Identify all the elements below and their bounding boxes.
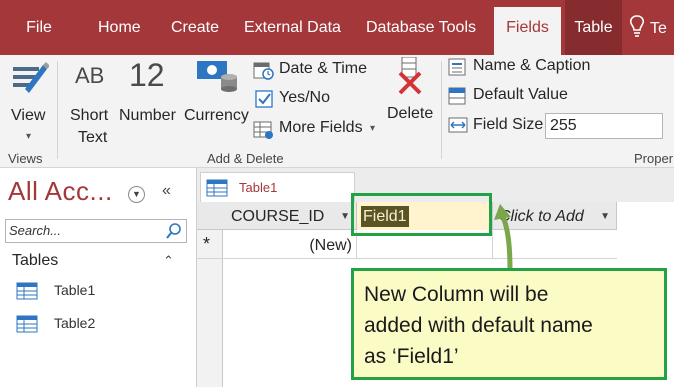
tell-me-label[interactable]: Te [650, 0, 667, 55]
name-caption-button[interactable]: Name & Caption [448, 56, 608, 80]
add-delete-group-label: Add & Delete [207, 151, 284, 166]
number-button[interactable]: 12 Number [119, 57, 183, 129]
tab-file[interactable]: File [0, 0, 78, 55]
calendar-clock-icon [253, 62, 274, 80]
default-value-button[interactable]: Default Value [448, 85, 608, 109]
tab-database-tools[interactable]: Database Tools [366, 0, 476, 55]
name-caption-icon [448, 58, 466, 76]
short-text-icon: AB [75, 63, 105, 88]
default-value-icon [448, 87, 466, 105]
callout-text-line2: added with default name [364, 314, 593, 337]
ribbon-tab-bar: File Home Create External Data Database … [0, 0, 674, 55]
yes-no-button[interactable]: Yes/No [253, 89, 343, 113]
group-separator [441, 61, 442, 159]
search-icon[interactable] [165, 222, 183, 240]
tab-home[interactable]: Home [98, 0, 141, 55]
field-size-value: 255 [550, 117, 577, 134]
properties-group-label: Proper [634, 151, 674, 166]
callout-text-line1: New Column will be [364, 283, 549, 306]
checkbox-icon [255, 90, 273, 108]
field-size-control: Field Size 255 [448, 113, 670, 139]
annotation-highlight-box [351, 193, 492, 236]
field-size-label: Field Size [473, 116, 544, 133]
short-text-button[interactable]: AB Short Text [66, 59, 116, 147]
tab-table[interactable]: Table [565, 0, 622, 55]
table-icon [16, 315, 38, 333]
currency-button[interactable]: Currency [184, 59, 250, 129]
nav-search-input[interactable]: Search... [5, 219, 187, 243]
date-time-button[interactable]: Date & Time [253, 60, 375, 84]
new-record-marker: * [203, 234, 211, 254]
short-text-label-line1: Short [70, 107, 109, 124]
view-button[interactable]: View ▾ [3, 59, 55, 147]
chevron-up-icon[interactable]: ⌃ [163, 253, 174, 269]
tab-fields[interactable]: Fields [494, 7, 561, 55]
column-header-label: COURSE_ID [231, 208, 325, 225]
tab-create[interactable]: Create [171, 0, 219, 55]
column-header-course-id[interactable]: COURSE_ID ▼ [223, 202, 357, 230]
views-group-label: Views [8, 151, 43, 166]
view-icon [13, 62, 49, 93]
document-tab-label: Table1 [239, 180, 278, 195]
chevron-down-icon[interactable]: ▼ [128, 186, 145, 203]
number-icon: 12 [129, 57, 165, 93]
annotation-arrow [494, 204, 513, 271]
currency-label: Currency [184, 107, 249, 124]
annotation-callout: New Column will be added with default na… [351, 268, 667, 380]
default-value-label: Default Value [473, 86, 568, 103]
nav-search-placeholder: Search... [9, 223, 62, 238]
group-separator [57, 61, 58, 159]
field-size-icon [448, 117, 468, 133]
more-fields-button[interactable]: More Fields ▾ [253, 119, 381, 143]
name-caption-label: Name & Caption [473, 57, 591, 74]
currency-icon [197, 61, 237, 92]
delete-button[interactable]: Delete [384, 57, 436, 127]
tab-external-data[interactable]: External Data [244, 0, 341, 55]
navigation-pane: All Acc... ▼ « Search... Tables ⌃ Table1… [0, 168, 197, 387]
table-cell[interactable]: (New) [223, 231, 357, 259]
chevron-down-icon: ▾ [370, 123, 376, 134]
collapse-pane-icon[interactable]: « [162, 182, 171, 200]
chevron-down-icon: ▾ [26, 131, 32, 142]
chevron-down-icon[interactable]: ▼ [600, 202, 610, 232]
document-tab-table1[interactable]: Table1 [200, 172, 355, 202]
more-fields-label: More Fields [279, 119, 363, 136]
nav-pane-title[interactable]: All Acc... [8, 176, 113, 207]
yes-no-label: Yes/No [279, 89, 330, 106]
nav-item-table1[interactable]: Table1 [16, 280, 176, 302]
nav-item-label: Table1 [54, 282, 96, 298]
table-icon [16, 282, 38, 300]
callout-text-line3: as ‘Field1’ [364, 345, 459, 368]
nav-group-tables[interactable]: Tables [12, 252, 58, 270]
nav-item-label: Table2 [54, 315, 96, 331]
chevron-down-icon[interactable]: ▼ [340, 202, 350, 232]
delete-label: Delete [387, 105, 434, 122]
lightbulb-icon[interactable] [630, 15, 644, 39]
more-fields-icon [253, 121, 273, 139]
date-time-label: Date & Time [279, 60, 368, 77]
number-label: Number [119, 107, 176, 124]
nav-item-table2[interactable]: Table2 [16, 313, 176, 335]
view-label: View [11, 107, 46, 124]
table-icon [206, 179, 228, 197]
field-size-input[interactable]: 255 [545, 113, 663, 139]
short-text-label-line2: Text [78, 129, 108, 146]
ribbon: View ▾ Views AB Short Text 12 Number Cur… [0, 55, 674, 168]
delete-column-icon [398, 57, 422, 95]
